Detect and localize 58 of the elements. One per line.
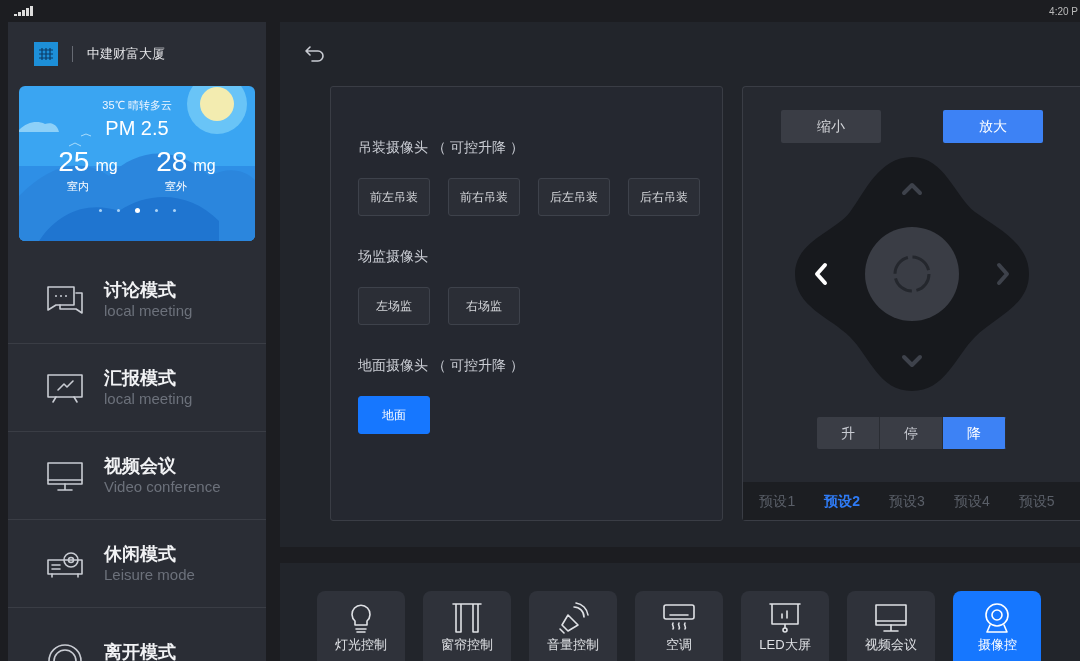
preset-tab[interactable]: 预设2 xyxy=(824,490,861,512)
control-tile[interactable]: LED大屏 xyxy=(741,591,829,661)
control-tile[interactable]: 窗帘控制 xyxy=(423,591,511,661)
camera-button[interactable]: 后右吊装 xyxy=(628,178,700,216)
reading-value: 28 xyxy=(156,145,188,178)
reading-unit: mg xyxy=(95,155,118,176)
zoom-button[interactable]: 缩小 xyxy=(780,110,881,143)
mode-subtitle: local meeting xyxy=(104,300,193,321)
camera-button[interactable]: 右场监 xyxy=(448,287,520,325)
monitor-icon xyxy=(874,601,908,635)
building-name: 中建财富大厦 xyxy=(87,45,165,64)
weather-summary: 35℃ 晴转多云 xyxy=(102,98,172,113)
chat-bubbles-icon xyxy=(46,283,84,316)
back-icon[interactable] xyxy=(304,45,326,63)
clock-time: 4:20 P xyxy=(1049,4,1079,19)
building-logo-icon xyxy=(34,42,58,66)
mode-title: 休闲模式 xyxy=(104,542,177,565)
mode-item[interactable]: 休闲模式 Leisure mode xyxy=(8,520,266,608)
mode-item[interactable]: 汇报模式 local meeting xyxy=(8,344,266,432)
reading-label: 室内 xyxy=(67,178,89,194)
reading-value: 25 xyxy=(58,145,90,178)
mode-title: 汇报模式 xyxy=(104,366,177,389)
camera-group-heading: 场监摄像头 xyxy=(358,247,429,266)
lift-button[interactable]: 升 xyxy=(817,417,881,449)
camera-button[interactable]: 左场监 xyxy=(358,287,430,325)
control-tile[interactable]: 灯光控制 xyxy=(317,591,405,661)
presentation-board-icon xyxy=(46,371,84,404)
zoom-button[interactable]: 放大 xyxy=(942,110,1043,143)
control-tile[interactable]: 空调 xyxy=(635,591,723,661)
curtain-icon xyxy=(450,601,484,635)
camera-button[interactable]: 前左吊装 xyxy=(358,178,430,216)
mode-subtitle: Leisure mode xyxy=(104,564,195,585)
speaker-icon xyxy=(556,601,590,635)
camera-group-heading: 地面摄像头 （ 可控升降 ） xyxy=(358,356,525,375)
camera-group-heading: 吊装摄像头 （ 可控升降 ） xyxy=(358,138,525,157)
reading-label: 室外 xyxy=(165,178,187,194)
control-tile[interactable]: 音量控制 xyxy=(529,591,617,661)
camera-button[interactable]: 地面 xyxy=(358,396,430,434)
mode-item[interactable]: 离开模式 xyxy=(8,608,266,661)
control-tile[interactable]: 摄像控 xyxy=(953,591,1041,661)
mode-title: 讨论模式 xyxy=(104,278,177,301)
camera-button[interactable]: 前右吊装 xyxy=(448,178,520,216)
monitor-icon xyxy=(46,459,84,492)
reading-unit: mg xyxy=(193,155,216,176)
signal-icon xyxy=(14,6,34,16)
refresh-icon xyxy=(891,254,932,294)
projection-screen-icon xyxy=(768,601,802,635)
lift-button[interactable]: 停 xyxy=(880,417,944,449)
mode-item[interactable]: 讨论模式 local meeting xyxy=(8,256,266,344)
lift-button[interactable]: 降 xyxy=(943,417,1007,449)
mode-subtitle: local meeting xyxy=(104,388,193,409)
mode-title: 视频会议 xyxy=(104,454,177,477)
mode-subtitle: Video conference xyxy=(104,476,221,497)
pm-title: PM 2.5 xyxy=(105,115,169,140)
mode-item[interactable]: 视频会议 Video conference xyxy=(8,432,266,520)
control-tile[interactable]: 视频会议 xyxy=(847,591,935,661)
camera-button[interactable]: 后左吊装 xyxy=(538,178,610,216)
mode-title: 离开模式 xyxy=(104,640,176,661)
